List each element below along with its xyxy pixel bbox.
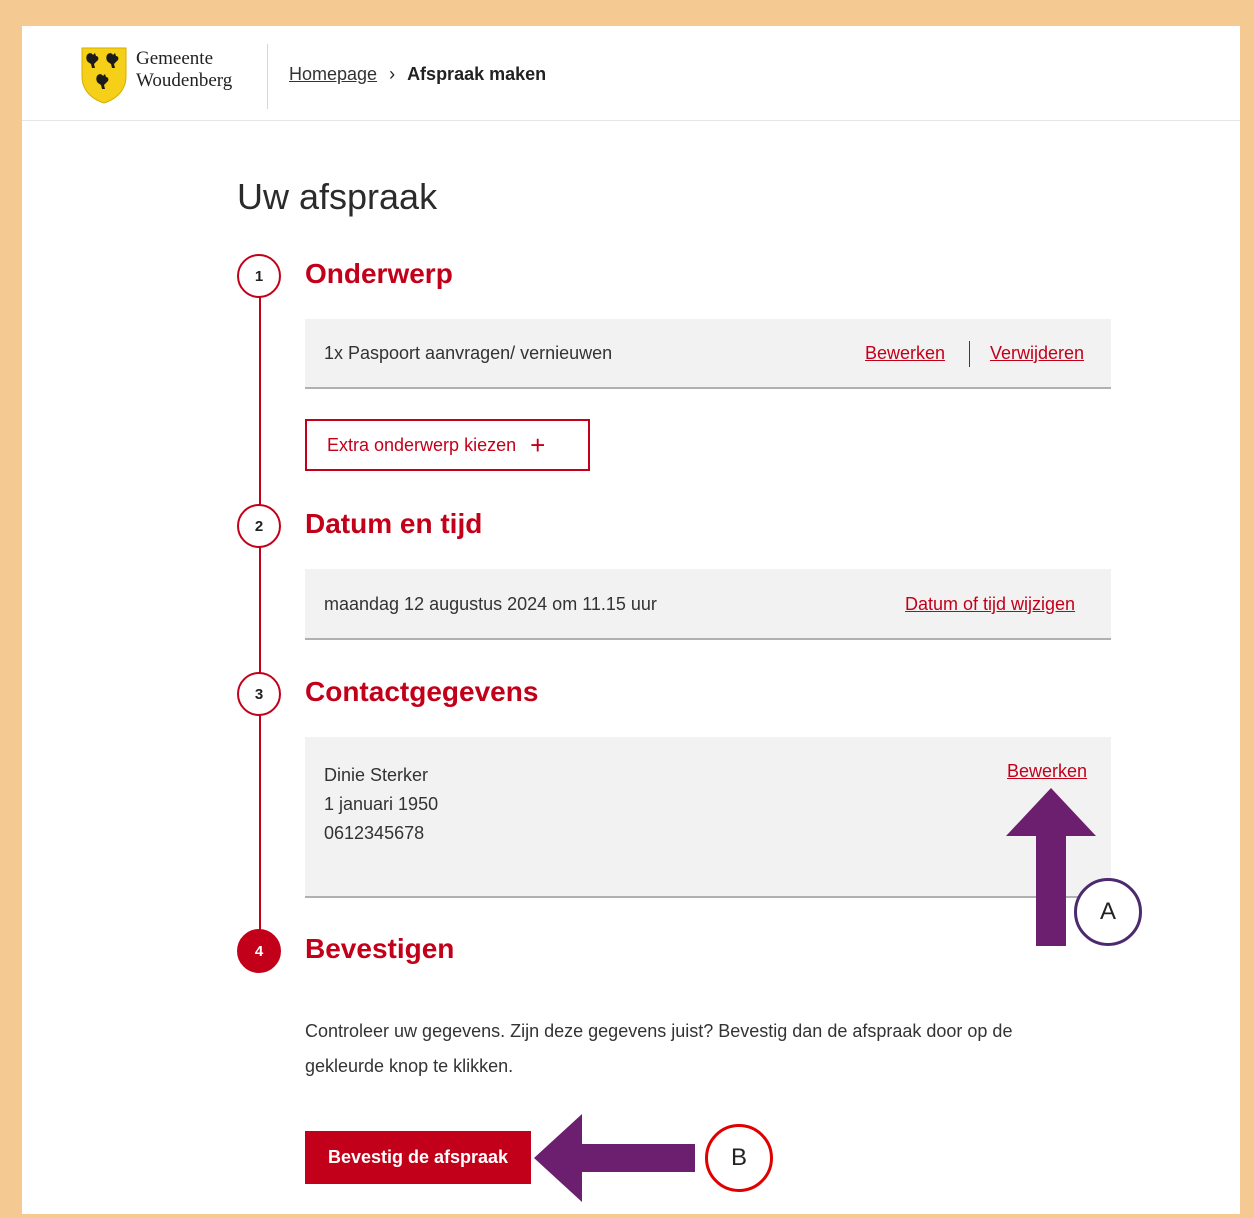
page-frame: Gemeente Woudenberg Homepage › Afspraak ma… — [22, 26, 1240, 1214]
appointment-datetime: maandag 12 augustus 2024 om 11.15 uur — [324, 594, 657, 614]
annotation-arrow-left-icon — [534, 1114, 695, 1202]
logo-line-2: Woudenberg — [136, 70, 233, 91]
subject-item: 1x Paspoort aanvragen/ vernieuwen — [324, 343, 613, 363]
breadcrumb-current: Afspraak maken — [407, 64, 547, 84]
change-datetime-link[interactable]: Datum of tijd wijzigen — [905, 594, 1075, 615]
coat-of-arms-icon — [81, 47, 127, 104]
page-title: Uw afspraak — [237, 176, 438, 217]
plus-icon: + — [530, 430, 546, 460]
annotation-marker-a: A — [1074, 878, 1142, 946]
subject-card: 1x Paspoort aanvragen/ vernieuwen Bewerk… — [305, 319, 1111, 389]
breadcrumb-separator-icon: › — [389, 64, 396, 84]
logo-wordmark: Gemeente Woudenberg — [136, 48, 232, 92]
site-header: Gemeente Woudenberg Homepage › Afspraak ma… — [22, 26, 1240, 121]
contact-phone: 0612345678 — [324, 823, 425, 843]
add-subject-button[interactable]: Extra onderwerp kiezen + — [305, 419, 590, 471]
step-4-circle: 4 — [237, 929, 281, 973]
step-timeline — [259, 276, 261, 946]
add-subject-label: Extra onderwerp kiezen — [327, 434, 517, 455]
date-card: maandag 12 augustus 2024 om 11.15 uur Da… — [305, 569, 1111, 640]
confirm-instruction: Controleer uw gegevens. Zijn deze gegeve… — [305, 1021, 1013, 1076]
step-1-circle: 1 — [237, 254, 281, 298]
logo-line-1: Gemeente — [136, 48, 214, 69]
annotation-marker-b: B — [705, 1124, 773, 1192]
site-logo[interactable]: Gemeente Woudenberg — [80, 46, 255, 106]
step-3-title: Contactgegevens — [305, 676, 539, 707]
breadcrumb: Homepage › Afspraak maken — [289, 64, 546, 85]
delete-subject-link[interactable]: Verwijderen — [990, 343, 1084, 364]
contact-card: Dinie Sterker 1 januari 1950 0612345678 … — [305, 737, 1111, 898]
step-3-circle: 3 — [237, 672, 281, 716]
link-divider — [969, 341, 970, 367]
breadcrumb-home-link[interactable]: Homepage — [289, 64, 377, 84]
contact-name: Dinie Sterker — [324, 765, 429, 785]
edit-subject-link[interactable]: Bewerken — [865, 343, 945, 364]
step-4-title: Bevestigen — [305, 933, 455, 964]
step-1-title: Onderwerp — [305, 258, 453, 289]
contact-birthdate: 1 januari 1950 — [324, 794, 439, 814]
step-2-circle: 2 — [237, 504, 281, 548]
confirm-appointment-button[interactable]: Bevestig de afspraak — [305, 1131, 531, 1184]
header-divider — [267, 44, 268, 109]
step-2-title: Datum en tijd — [305, 508, 483, 539]
edit-contact-link[interactable]: Bewerken — [1007, 761, 1087, 782]
contact-details: Dinie Sterker 1 januari 1950 0612345678 — [324, 761, 438, 848]
